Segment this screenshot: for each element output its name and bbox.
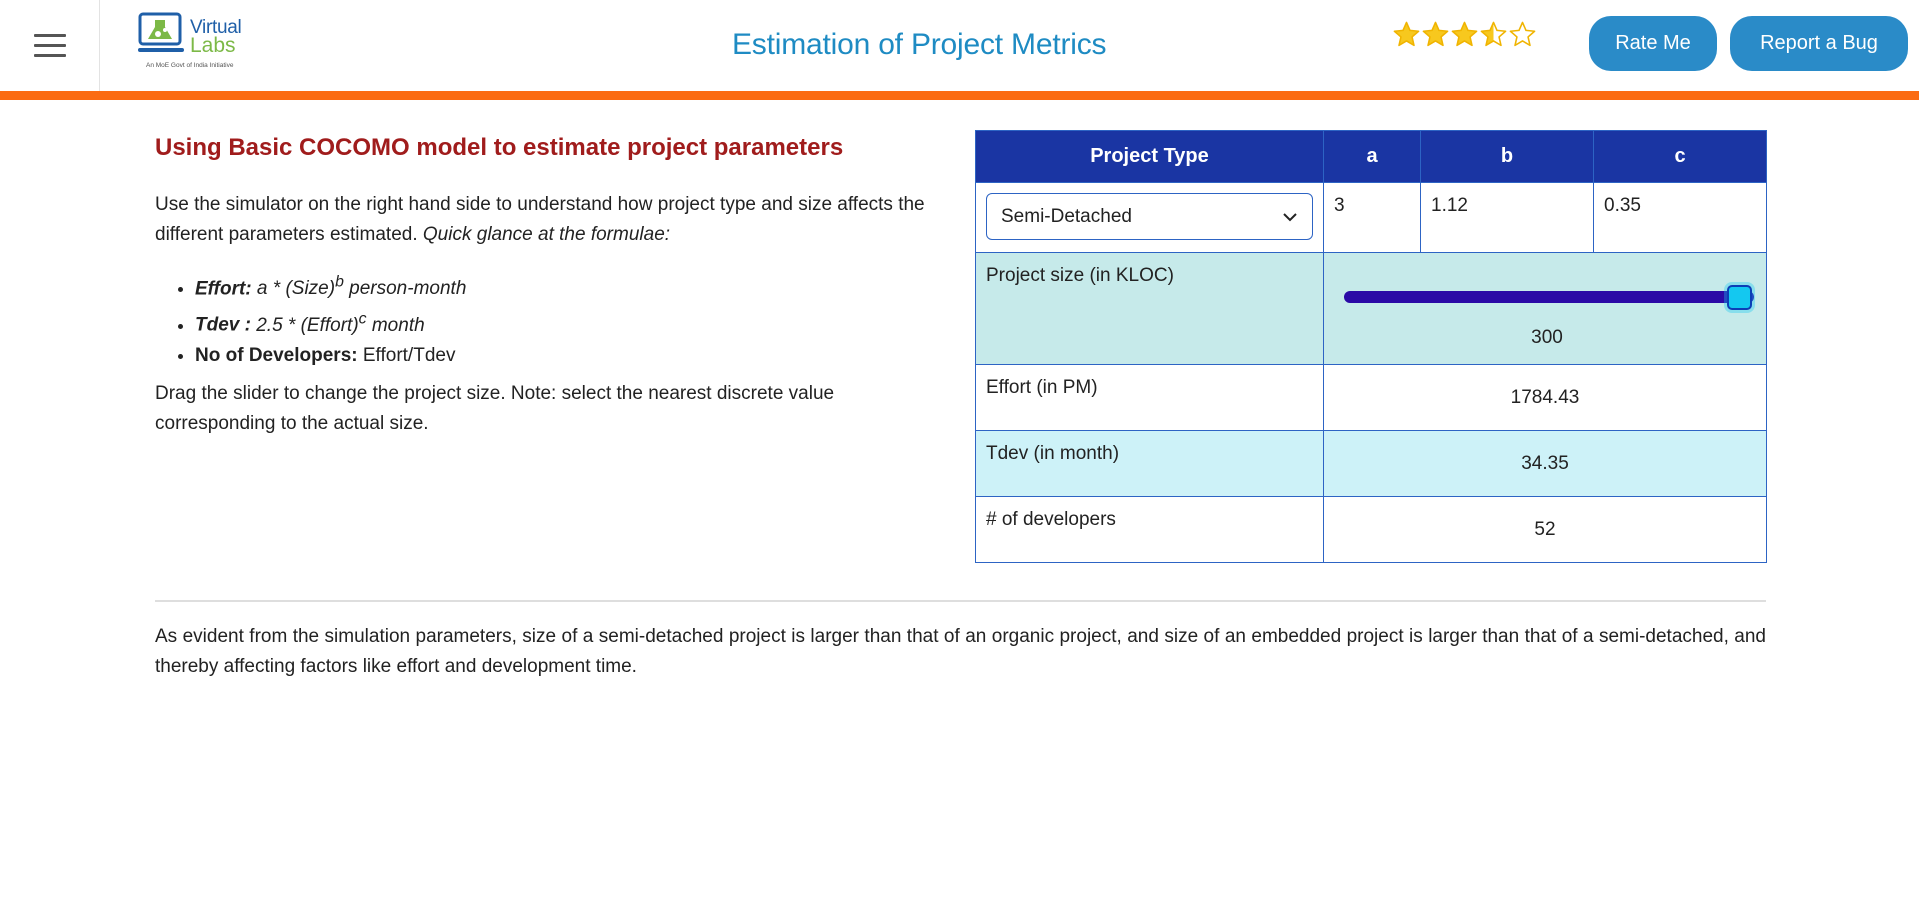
logo-text-labs: Labs xyxy=(190,34,236,57)
value-b: 1.12 xyxy=(1420,182,1594,253)
formula-expr: a * (Size) xyxy=(256,278,336,300)
slider-thumb[interactable] xyxy=(1727,285,1752,310)
logo-icon xyxy=(138,12,184,52)
formula-sup: b xyxy=(335,274,344,291)
size-value: 300 xyxy=(1531,327,1563,348)
size-label: Project size (in KLOC) xyxy=(975,252,1324,365)
star-icon[interactable] xyxy=(1508,20,1537,49)
size-slider-cell: 300 xyxy=(1323,252,1767,365)
project-type-select[interactable]: Semi-Detached xyxy=(986,193,1313,240)
rate-me-button[interactable]: Rate Me xyxy=(1589,16,1717,71)
tdev-label: Tdev (in month) xyxy=(975,430,1324,497)
divider xyxy=(155,600,1766,602)
star-rating[interactable] xyxy=(1392,20,1537,49)
simulator-table: Project Type a b c Semi-Detached 3 1.12 … xyxy=(975,130,1767,563)
header-a: a xyxy=(1323,130,1421,183)
menu-button[interactable] xyxy=(0,0,100,91)
formula-list: Effort: a * (Size)b person-month Tdev : … xyxy=(195,268,466,371)
slider-track[interactable] xyxy=(1344,291,1754,303)
hamburger-icon xyxy=(33,27,66,64)
formula-developers: No of Developers: Effort/Tdev xyxy=(195,341,466,371)
logo-tagline: An MoE Govt of India Initiative xyxy=(146,62,234,69)
header: Virtual Labs An MoE Govt of India Initia… xyxy=(0,0,1919,91)
star-icon[interactable] xyxy=(1450,20,1479,49)
page-title: Estimation of Project Metrics xyxy=(732,28,1107,61)
formula-expr: Effort/Tdev xyxy=(362,344,456,366)
header-b: b xyxy=(1420,130,1594,183)
formula-sup: c xyxy=(358,310,367,328)
chevron-down-icon xyxy=(1283,212,1297,221)
value-a: 3 xyxy=(1323,182,1421,253)
size-slider[interactable]: 300 xyxy=(1334,265,1760,353)
formula-label: Tdev : xyxy=(195,314,251,336)
formula-label: No of Developers: xyxy=(195,344,358,366)
report-bug-button[interactable]: Report a Bug xyxy=(1730,16,1908,71)
star-icon[interactable] xyxy=(1421,20,1450,49)
formula-expr: 2.5 * (Effort) xyxy=(256,314,359,336)
section-heading: Using Basic COCOMO model to estimate pro… xyxy=(155,134,844,161)
formula-label: Effort: xyxy=(195,278,252,300)
project-type-cell: Semi-Detached xyxy=(975,182,1324,253)
formula-tdev: Tdev : 2.5 * (Effort)c month xyxy=(195,304,466,340)
formula-effort: Effort: a * (Size)b person-month xyxy=(195,268,466,304)
intro-italic: Quick glance at the formulae: xyxy=(422,224,671,245)
conclusion-text: As evident from the simulation parameter… xyxy=(155,626,1766,677)
effort-value: 1784.43 xyxy=(1323,364,1767,431)
developers-label: # of developers xyxy=(975,496,1324,563)
header-accent-bar xyxy=(0,91,1919,100)
virtual-labs-logo[interactable]: Virtual Labs An MoE Govt of India Initia… xyxy=(138,12,250,74)
header-c: c xyxy=(1593,130,1767,183)
intro-text: Use the simulator on the right hand side… xyxy=(155,190,955,250)
star-icon[interactable] xyxy=(1392,20,1421,49)
value-c: 0.35 xyxy=(1593,182,1767,253)
slider-note: Drag the slider to change the project si… xyxy=(155,383,835,434)
effort-label: Effort (in PM) xyxy=(975,364,1324,431)
header-project-type: Project Type xyxy=(975,130,1324,183)
tdev-value: 34.35 xyxy=(1323,430,1767,497)
formula-tail: month xyxy=(371,314,425,336)
star-icon[interactable] xyxy=(1479,20,1508,49)
description-section: Using Basic COCOMO model to estimate pro… xyxy=(155,134,955,162)
project-type-value: Semi-Detached xyxy=(1001,205,1132,227)
formula-tail: person-month xyxy=(349,278,467,300)
developers-value: 52 xyxy=(1323,496,1767,563)
